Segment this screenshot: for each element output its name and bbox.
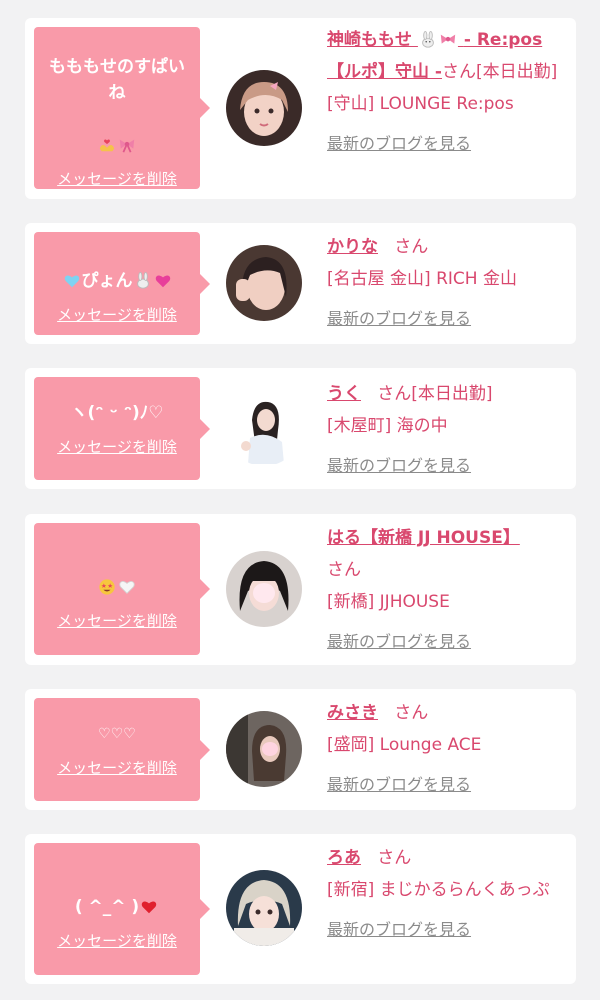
delete-message-link[interactable]: メッセージを削除 [57, 610, 177, 631]
delete-message-link[interactable]: メッセージを削除 [57, 436, 177, 457]
honorific: さん [327, 560, 361, 580]
message-text: ヽ(ᵔ ᵕ ᵔ)ﾉ♡ [70, 403, 164, 423]
avatar[interactable] [226, 390, 302, 466]
bunny-icon [422, 31, 434, 48]
cast-info: みさき さん [盛岡] Lounge ACE 最新のブログを見る [327, 697, 567, 801]
honorific: さん [377, 384, 412, 404]
view-blog-link[interactable]: 最新のブログを見る [327, 450, 471, 482]
shop-label: [新橋] JJHOUSE [327, 592, 450, 612]
cast-name-link[interactable]: ろあ [327, 848, 361, 868]
message-bubble: ♡♡♡ メッセージを削除 [34, 698, 210, 801]
favorite-card: ヽ(ᵔ ᵕ ᵔ)ﾉ♡ メッセージを削除 うく さん[本日出勤] [木屋町] 海の… [25, 368, 576, 489]
cast-name-link[interactable]: かりな [327, 237, 378, 257]
delete-message-link[interactable]: メッセージを削除 [57, 304, 177, 325]
view-blog-link[interactable]: 最新のブログを見る [327, 128, 471, 160]
message-bubble: メッセージを削除 [34, 523, 210, 655]
status-badge: [本日出勤] [411, 384, 493, 404]
view-blog-link[interactable]: 最新のブログを見る [327, 626, 471, 658]
red-heart-icon [141, 901, 157, 913]
view-blog-link[interactable]: 最新のブログを見る [327, 303, 471, 335]
delete-message-link[interactable]: メッセージを削除 [57, 930, 177, 951]
message-bubble: ( ^_^ ) メッセージを削除 [34, 843, 210, 975]
honorific: さん [394, 703, 429, 723]
favorite-card: ♡♡♡ メッセージを削除 みさき さん [盛岡] Lounge ACE 最新のブ… [25, 689, 576, 810]
favorite-card: メッセージを削除 はる【新橋 JJ HOUSE】 さん [新橋] JJHOUSE… [25, 514, 576, 665]
bunny-icon [136, 272, 149, 289]
cast-info: ろあ さん [新宿] まじかるらんくあっぷ 最新のブログを見る [327, 842, 567, 946]
message-text: ♡♡♡ [98, 726, 136, 742]
avatar[interactable] [226, 711, 302, 787]
cast-info: 神崎ももせ - Re:pos 【ルポ】守山 -さん[本日出勤] [守山] LOU… [327, 24, 567, 160]
shop-label: [名古屋 金山] RICH 金山 [327, 269, 517, 289]
cast-name-link[interactable]: うく [327, 384, 361, 404]
status-badge: [本日出勤] [475, 62, 558, 82]
avatar[interactable] [226, 870, 302, 946]
honorific: さん [394, 237, 429, 257]
message-text: ( ^_^ ) [75, 868, 159, 920]
message-bubble: もももせのすぱいね メッセージを削除 [34, 27, 210, 189]
hands-heart-icon [99, 139, 115, 151]
cast-info: うく さん[本日出勤] [木屋町] 海の中 最新のブログを見る [327, 378, 567, 482]
pink-ribbon-icon [440, 34, 456, 44]
avatar[interactable] [226, 70, 302, 146]
favorite-card: ( ^_^ ) メッセージを削除 ろあ さん [新宿] まじかるらんくあっぷ 最… [25, 834, 576, 984]
honorific: さん [377, 848, 412, 868]
honorific: さん [441, 62, 476, 82]
light-blue-heart-icon [64, 275, 79, 288]
view-blog-link[interactable]: 最新のブログを見る [327, 769, 471, 801]
star-eyes-icon [99, 578, 115, 595]
message-text: ぴょん [62, 242, 173, 294]
favorite-card: ぴょん メッセージを削除 かりな さん [名古屋 金山] RICH 金山 最新の… [25, 223, 576, 344]
white-heart-icon [119, 580, 135, 594]
message-text [97, 548, 137, 600]
delete-message-link[interactable]: メッセージを削除 [57, 168, 177, 189]
cast-info: はる【新橋 JJ HOUSE】 さん [新橋] JJHOUSE 最新のブログを見… [327, 522, 567, 658]
cast-name-link[interactable]: みさき [327, 703, 378, 723]
shop-label: [木屋町] 海の中 [327, 416, 448, 436]
avatar[interactable] [226, 551, 302, 627]
message-bubble: ヽ(ᵔ ᵕ ᵔ)ﾉ♡ メッセージを削除 [34, 377, 210, 480]
favorite-card: もももせのすぱいね メッセージを削除 神崎ももせ - Re:pos 【ルポ】守山… [25, 18, 576, 199]
view-blog-link[interactable]: 最新のブログを見る [327, 914, 471, 946]
pink-ribbon-icon [119, 139, 135, 153]
delete-message-link[interactable]: メッセージを削除 [57, 757, 177, 778]
shop-label: [新宿] まじかるらんくあっぷ [327, 880, 550, 900]
message-bubble: ぴょん メッセージを削除 [34, 232, 210, 335]
cast-info: かりな さん [名古屋 金山] RICH 金山 最新のブログを見る [327, 231, 567, 335]
shop-label: [守山] LOUNGE Re:pos [327, 94, 514, 114]
shop-label: [盛岡] Lounge ACE [327, 735, 482, 755]
pink-heart-icon [155, 275, 170, 288]
avatar[interactable] [226, 245, 302, 321]
cast-name-link[interactable]: はる【新橋 JJ HOUSE】 [327, 528, 520, 548]
message-text: もももせのすぱいね [42, 28, 192, 158]
